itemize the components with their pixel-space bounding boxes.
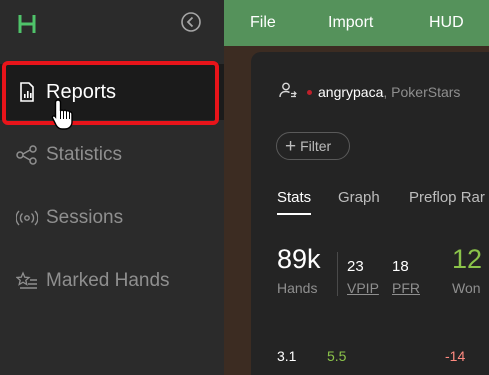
filter-label: Filter <box>300 138 332 154</box>
tab-underline <box>277 213 311 215</box>
sidebar-item-statistics[interactable]: Statistics <box>0 127 224 183</box>
stat-divider <box>337 252 338 296</box>
user-switch-icon <box>279 81 297 104</box>
vpip-value: 23 <box>347 258 364 275</box>
menu-file[interactable]: File <box>250 0 276 46</box>
menu-hud[interactable]: HUD <box>429 0 464 46</box>
star-list-icon <box>16 270 38 292</box>
tab-graph[interactable]: Graph <box>338 189 380 206</box>
top-menu-bar: File Import HUD <box>224 0 489 46</box>
hands-value: 89k <box>277 244 321 274</box>
highlight-box <box>2 61 219 125</box>
status-dot <box>307 89 312 95</box>
tab-stats[interactable]: Stats <box>277 189 311 206</box>
bottom-fade <box>251 362 489 375</box>
share-nodes-icon <box>16 144 38 166</box>
player-selector[interactable]: angrypaca , PokerStars <box>279 82 460 102</box>
sidebar: Reports Statistics Sessions Marked Hands <box>0 0 224 375</box>
filter-button[interactable]: + Filter <box>276 132 350 160</box>
player-name: angrypaca <box>318 84 384 100</box>
sidebar-item-label: Statistics <box>46 144 123 165</box>
sidebar-item-label: Marked Hands <box>46 270 170 291</box>
player-site: , PokerStars <box>383 84 461 100</box>
sidebar-item-sessions[interactable]: Sessions <box>0 190 224 246</box>
won-value: 12 <box>452 244 483 274</box>
hands-label: Hands <box>277 280 318 296</box>
circle-chevron-left-icon[interactable] <box>180 11 202 33</box>
sidebar-item-label: Sessions <box>46 207 124 228</box>
won-label: Won <box>452 280 481 296</box>
hm-logo-icon[interactable] <box>16 13 38 35</box>
broadcast-icon <box>16 207 38 229</box>
hand-pointer-icon <box>50 98 76 132</box>
reports-panel: angrypaca , PokerStars + Filter Stats Gr… <box>251 52 489 375</box>
vpip-label[interactable]: VPIP <box>347 280 379 296</box>
sidebar-item-marked-hands[interactable]: Marked Hands <box>0 253 224 309</box>
pfr-label[interactable]: PFR <box>392 280 420 296</box>
menu-import[interactable]: Import <box>328 0 373 46</box>
tab-preflop[interactable]: Preflop Rar <box>409 189 485 206</box>
pfr-value: 18 <box>392 258 409 275</box>
plus-icon: + <box>285 135 297 157</box>
